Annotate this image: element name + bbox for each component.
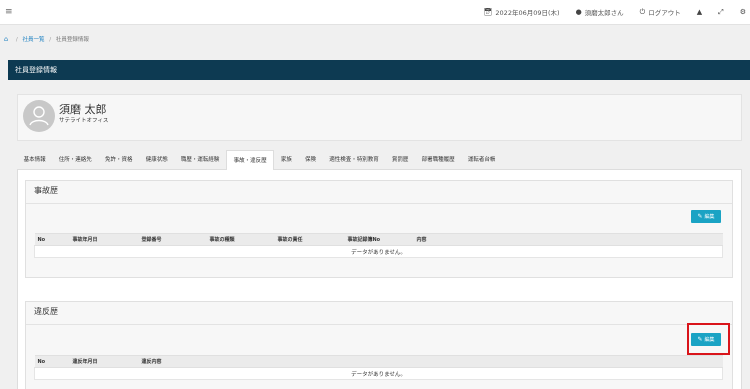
table-empty-row: データがありません。 xyxy=(34,367,723,380)
table-empty-row: データがありません。 xyxy=(34,245,723,258)
calendar-icon: 📅︎ xyxy=(483,8,493,16)
table-header-row: No 違反年月日 違反内容 xyxy=(34,355,723,368)
tab-license[interactable]: 免許・資格 xyxy=(98,150,139,170)
empty-message: データがありません。 xyxy=(34,245,723,258)
date-display: 📅︎ 2022年06月09日(木) xyxy=(484,7,560,17)
empty-message: データがありません。 xyxy=(34,367,723,380)
tab-address-contact[interactable]: 住所・連絡先 xyxy=(52,150,98,170)
breadcrumb-separator: / xyxy=(49,37,52,43)
tab-family[interactable]: 家族 xyxy=(274,150,298,170)
bell-icon[interactable]: ▲ xyxy=(697,8,702,16)
tab-career[interactable]: 職歴・運転経験 xyxy=(174,150,226,170)
settings-icon[interactable]: ⚙ xyxy=(740,8,746,16)
violation-history-title: 違反歴 xyxy=(26,302,732,325)
profile-card: 須磨 太郎 サテライトオフィス xyxy=(17,94,742,141)
table-header-row: No 事故年月日 登録番号 事故の種類 事故の責任 事故記録簿No 内容 xyxy=(34,233,723,246)
col-violation-date: 違反年月日 xyxy=(69,355,139,368)
tab-driver-ledger[interactable]: 運転者台帳 xyxy=(461,150,502,170)
user-name: 須磨太郎さん xyxy=(584,9,624,17)
accident-edit-button[interactable]: ✎ 編集 xyxy=(691,210,721,223)
breadcrumb-separator: / xyxy=(15,37,18,43)
accident-edit-label: 編集 xyxy=(704,214,715,220)
violation-table: No 違反年月日 違反内容 データがありません。 xyxy=(34,355,723,380)
user-avatar-icon xyxy=(23,100,55,132)
tab-accident-violation[interactable]: 事故・違反歴 xyxy=(226,150,275,171)
user-icon: ● xyxy=(575,8,582,16)
top-right-menu: 📅︎ 2022年06月09日(木) ● 須磨太郎さん ⏻ ログアウト ▲ ⤢ ⚙ xyxy=(468,7,746,18)
avatar xyxy=(23,100,55,132)
tab-aptitude[interactable]: 適性検査・特別教育 xyxy=(323,150,386,170)
tab-health[interactable]: 健康状態 xyxy=(139,150,174,170)
menu-icon[interactable]: ≡ xyxy=(5,6,13,18)
logout-label: ログアウト xyxy=(648,9,681,17)
tab-department-history[interactable]: 部署職種履歴 xyxy=(415,150,461,170)
employee-office: サテライトオフィス xyxy=(59,118,109,124)
fullscreen-icon[interactable]: ⤢ xyxy=(718,8,724,17)
home-icon[interactable]: ⌂ xyxy=(4,35,8,43)
section-header: 社員登録情報 xyxy=(8,60,750,80)
edit-icon: ✎ xyxy=(697,213,703,220)
accident-table: No 事故年月日 登録番号 事故の種類 事故の責任 事故記録簿No 内容 データ… xyxy=(34,233,723,258)
employee-name: 須磨 太郎 xyxy=(59,103,107,116)
col-content: 内容 xyxy=(413,233,723,246)
logout-link[interactable]: ⏻ ログアウト xyxy=(639,7,681,18)
date-text: 2022年06月09日(木) xyxy=(495,9,560,17)
tab-basic-info[interactable]: 基本情報 xyxy=(17,150,52,170)
highlight-box xyxy=(687,323,730,355)
accident-history-card: 事故歴 xyxy=(25,180,733,278)
power-icon: ⏻ xyxy=(639,7,646,16)
col-accident-date: 事故年月日 xyxy=(69,233,139,246)
tab-rewards-punishments[interactable]: 賞罰歴 xyxy=(385,150,415,170)
user-menu[interactable]: ● 須磨太郎さん xyxy=(576,7,624,17)
breadcrumb: ⌂ / 社員一覧 / 社員登録情報 xyxy=(4,35,89,43)
tab-bar: 基本情報 住所・連絡先 免許・資格 健康状態 職歴・運転経験 事故・違反歴 家族… xyxy=(17,150,742,171)
breadcrumb-current: 社員登録情報 xyxy=(55,37,89,43)
top-navbar: ≡ 📅︎ 2022年06月09日(木) ● 須磨太郎さん ⏻ ログアウト ▲ ⤢… xyxy=(0,0,750,25)
col-accident-responsibility: 事故の責任 xyxy=(274,233,345,246)
col-accident-record-no: 事故記録簿No xyxy=(344,233,414,246)
col-no: No xyxy=(34,355,70,368)
tab-insurance[interactable]: 保険 xyxy=(298,150,322,170)
col-registration-no: 登録番号 xyxy=(138,233,207,246)
col-no: No xyxy=(34,233,70,246)
breadcrumb-employee-list[interactable]: 社員一覧 xyxy=(23,37,45,43)
col-accident-type: 事故の種類 xyxy=(206,233,275,246)
accident-history-title: 事故歴 xyxy=(26,181,732,204)
col-violation-content: 違反内容 xyxy=(138,355,723,368)
